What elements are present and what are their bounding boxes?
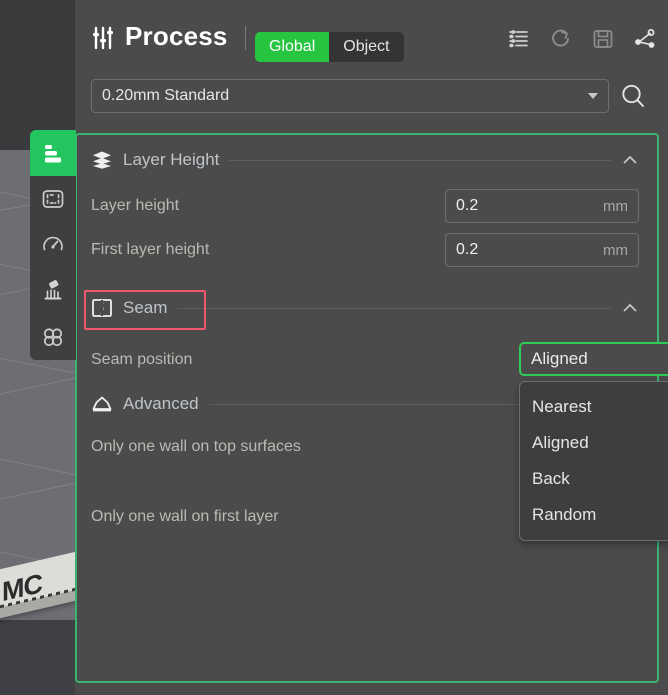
group-label: Advanced bbox=[123, 394, 199, 413]
panel-header: Process Global Object bbox=[75, 0, 668, 72]
input-unit: mm bbox=[603, 197, 628, 215]
process-panel: Process Global Object 0.20mm Standard La… bbox=[75, 0, 668, 695]
setting-row-layer-height: Layer height 0.2 mm bbox=[91, 189, 639, 223]
gauge-icon bbox=[40, 232, 66, 258]
viewport-floor-shadow bbox=[0, 620, 75, 695]
clover-icon bbox=[40, 324, 66, 350]
scope-toggle[interactable]: Global Object bbox=[255, 32, 404, 62]
seam-icon bbox=[91, 297, 113, 319]
list-blocks-icon bbox=[40, 140, 66, 166]
share-icon[interactable] bbox=[634, 28, 656, 50]
group-label: Layer Height bbox=[123, 150, 220, 169]
setting-label: First layer height bbox=[91, 241, 210, 258]
support-icon bbox=[40, 278, 66, 304]
group-label: Seam bbox=[123, 298, 168, 317]
seam-position-dropdown[interactable]: Nearest Aligned Back Random bbox=[519, 381, 668, 541]
save-icon[interactable] bbox=[592, 28, 614, 50]
reset-icon[interactable] bbox=[550, 28, 572, 50]
plate-dashed-icon bbox=[40, 186, 66, 212]
settings-list-icon[interactable] bbox=[508, 28, 530, 50]
dropdown-option-aligned[interactable]: Aligned bbox=[520, 425, 668, 461]
setting-label: Layer height bbox=[91, 197, 180, 214]
layer-height-input[interactable]: 0.2 mm bbox=[445, 189, 639, 223]
first-layer-height-input[interactable]: 0.2 mm bbox=[445, 233, 639, 267]
viewport-background bbox=[0, 0, 75, 150]
layers-icon bbox=[91, 149, 113, 171]
group-header-layer-height[interactable]: Layer Height bbox=[91, 149, 639, 171]
seam-position-value: Aligned bbox=[531, 349, 588, 368]
group-rule bbox=[229, 159, 611, 161]
preset-value: 0.20mm Standard bbox=[102, 87, 230, 104]
sliders-icon bbox=[91, 26, 119, 50]
preset-row: 0.20mm Standard bbox=[91, 78, 656, 114]
sidebar-item-speed[interactable] bbox=[30, 222, 76, 268]
header-divider bbox=[245, 26, 246, 50]
page-title: Process bbox=[125, 21, 228, 51]
input-value: 0.2 bbox=[456, 197, 479, 214]
group-header-seam[interactable]: Seam bbox=[91, 297, 639, 319]
dropdown-option-random[interactable]: Random bbox=[520, 497, 668, 533]
crown-icon bbox=[91, 393, 113, 415]
sidebar-item-others[interactable] bbox=[30, 314, 76, 360]
input-value: 0.2 bbox=[456, 241, 479, 258]
dropdown-option-back[interactable]: Back bbox=[520, 461, 668, 497]
chevron-up-icon[interactable] bbox=[621, 299, 639, 317]
sidebar-item-plate[interactable] bbox=[30, 176, 76, 222]
chevron-up-icon[interactable] bbox=[621, 151, 639, 169]
header-tools bbox=[508, 28, 656, 50]
setting-row-first-layer-height: First layer height 0.2 mm bbox=[91, 233, 639, 267]
input-unit: mm bbox=[603, 241, 628, 259]
tab-global[interactable]: Global bbox=[255, 32, 330, 62]
sidebar-item-prepare[interactable] bbox=[30, 130, 76, 176]
chevron-down-icon bbox=[588, 93, 598, 99]
seam-position-select[interactable]: Aligned bbox=[519, 342, 668, 376]
preset-select[interactable]: 0.20mm Standard bbox=[91, 79, 609, 113]
dropdown-option-nearest[interactable]: Nearest bbox=[520, 389, 668, 425]
sidebar-item-support[interactable] bbox=[30, 268, 76, 314]
group-rule bbox=[177, 307, 611, 309]
setting-label: Only one wall on top surfaces bbox=[91, 438, 301, 455]
app-window: MC Process Global Object 0.20mm Standard… bbox=[0, 0, 668, 695]
tab-object[interactable]: Object bbox=[329, 32, 403, 62]
search-icon[interactable] bbox=[619, 82, 647, 110]
left-toolbar-rail[interactable] bbox=[30, 130, 76, 360]
